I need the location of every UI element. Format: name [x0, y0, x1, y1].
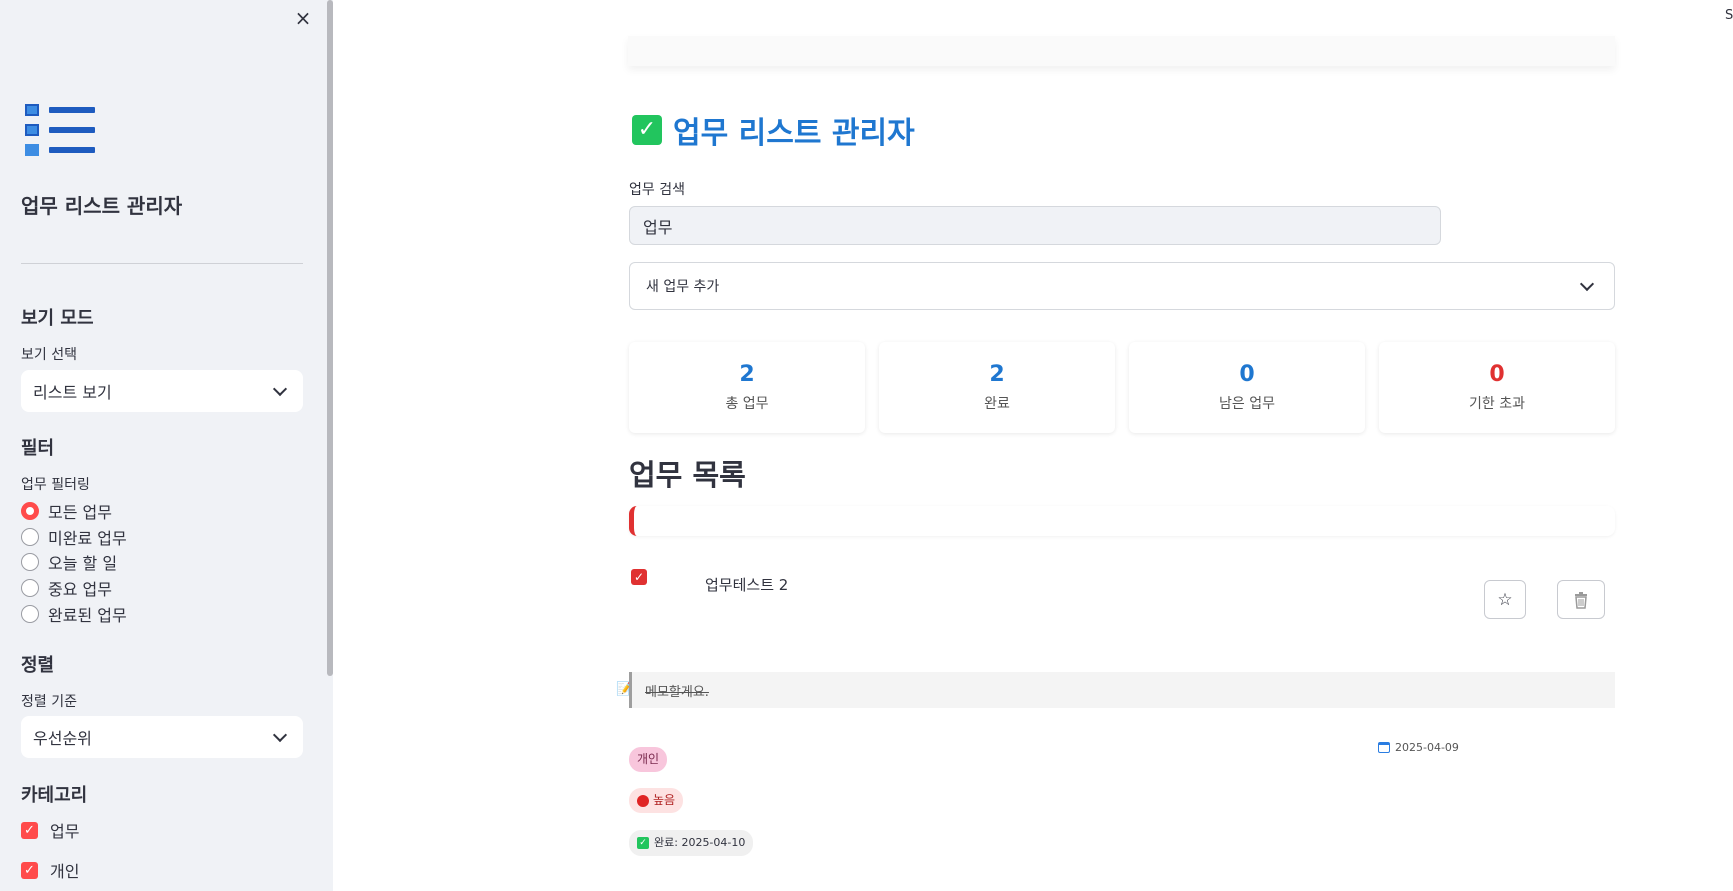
task-card-header — [629, 506, 1615, 536]
page-title: ✓ 업무 리스트 관리자 — [632, 108, 915, 152]
page-title-text: 업무 리스트 관리자 — [673, 116, 915, 151]
add-task-expander[interactable]: 새 업무 추가 — [629, 262, 1615, 310]
stat-label: 총 업무 — [725, 396, 769, 412]
stat-value: 2 — [989, 362, 1005, 387]
filter-option-label: 중요 업무 — [48, 580, 112, 599]
favorite-button[interactable]: ☆ — [1484, 580, 1526, 619]
view-mode-label: 보기 선택 — [21, 347, 77, 363]
sidebar-scrollbar-thumb[interactable] — [327, 0, 333, 676]
sidebar-divider — [21, 263, 303, 264]
task-memo: 메모할게요. — [629, 672, 1615, 708]
calendar-icon — [1378, 742, 1390, 753]
radio-icon — [21, 553, 39, 571]
filter-radio-all[interactable]: 모든 업무 — [21, 500, 112, 522]
category-heading: 카테고리 — [21, 785, 88, 806]
filter-option-label: 오늘 할 일 — [48, 554, 118, 573]
trash-icon — [1575, 591, 1587, 609]
filter-option-label: 완료된 업무 — [48, 606, 127, 625]
chevron-down-icon — [272, 381, 288, 396]
radio-icon — [21, 579, 39, 597]
check-square-icon: ✓ — [632, 115, 662, 145]
add-task-expander-label: 새 업무 추가 — [646, 279, 720, 295]
sort-value: 우선순위 — [33, 729, 92, 748]
task-list-heading: 업무 목록 — [629, 458, 746, 492]
completed-tag-text: 완료: 2025-04-10 — [654, 836, 746, 849]
view-mode-value: 리스트 보기 — [33, 383, 112, 402]
stat-remaining: 0 남은 업무 — [1129, 342, 1365, 433]
category-tag: 개인 — [629, 747, 668, 772]
sort-select[interactable]: 우선순위 — [21, 716, 303, 758]
check-icon: ✓ — [637, 837, 649, 849]
stat-value: 0 — [1239, 362, 1255, 387]
filter-label: 업무 필터링 — [21, 477, 90, 493]
view-mode-heading: 보기 모드 — [21, 308, 94, 329]
task-name: 업무테스트 2 — [705, 576, 789, 594]
priority-tag-text: 높음 — [653, 793, 676, 807]
radio-icon — [21, 605, 39, 623]
filter-option-label: 모든 업무 — [48, 503, 112, 522]
sort-label: 정렬 기준 — [21, 694, 77, 710]
sort-heading: 정렬 — [21, 655, 55, 676]
top-right-label: S — [1725, 8, 1733, 23]
filter-radio-incomplete[interactable]: 미완료 업무 — [21, 526, 127, 548]
category-label: 업무 — [50, 822, 80, 841]
stat-label: 남은 업무 — [1219, 396, 1275, 412]
radio-selected-icon — [21, 502, 39, 520]
stat-label: 기한 초과 — [1469, 396, 1525, 412]
search-label: 업무 검색 — [629, 182, 685, 198]
priority-tag: 높음 — [629, 788, 684, 813]
filter-radio-important[interactable]: 중요 업무 — [21, 577, 112, 599]
category-checkbox-work[interactable]: ✓ 업무 — [21, 819, 79, 841]
completed-tag: ✓ 완료: 2025-04-10 — [629, 830, 754, 856]
stat-label: 완료 — [984, 396, 1010, 412]
stat-value: 0 — [1489, 362, 1505, 387]
filter-heading: 필터 — [21, 438, 55, 459]
chevron-down-icon — [1579, 276, 1595, 291]
stat-completed: 2 완료 — [879, 342, 1115, 433]
red-circle-icon — [637, 794, 649, 807]
filter-radio-completed[interactable]: 완료된 업무 — [21, 603, 127, 625]
top-banner — [628, 36, 1615, 66]
close-icon[interactable]: × — [292, 6, 314, 30]
filter-radio-today[interactable]: 오늘 할 일 — [21, 551, 117, 573]
due-date-text: 2025-04-09 — [1395, 741, 1459, 754]
view-mode-select[interactable]: 리스트 보기 — [21, 370, 303, 412]
chevron-down-icon — [272, 727, 288, 742]
due-date: 2025-04-09 — [1378, 741, 1459, 754]
sidebar: × 업무 리스트 관리자 보기 모드 보기 선택 리스트 보기 필터 업무 필터… — [0, 0, 333, 891]
checkbox-checked-icon: ✓ — [21, 861, 38, 879]
category-label: 개인 — [50, 862, 80, 881]
list-logo-icon — [25, 104, 97, 156]
checkbox-checked-icon: ✓ — [21, 821, 38, 839]
delete-button[interactable] — [1557, 580, 1605, 619]
star-icon: ☆ — [1497, 589, 1513, 610]
search-input[interactable] — [629, 206, 1441, 245]
filter-option-label: 미완료 업무 — [48, 529, 127, 548]
stat-overdue: 0 기한 초과 — [1379, 342, 1615, 433]
stat-total: 2 총 업무 — [629, 342, 865, 433]
radio-icon — [21, 528, 39, 546]
task-checkbox[interactable]: ✓ — [631, 569, 647, 585]
category-checkbox-personal[interactable]: ✓ 개인 — [21, 859, 79, 881]
stat-value: 2 — [739, 362, 755, 387]
sidebar-title: 업무 리스트 관리자 — [21, 194, 183, 218]
